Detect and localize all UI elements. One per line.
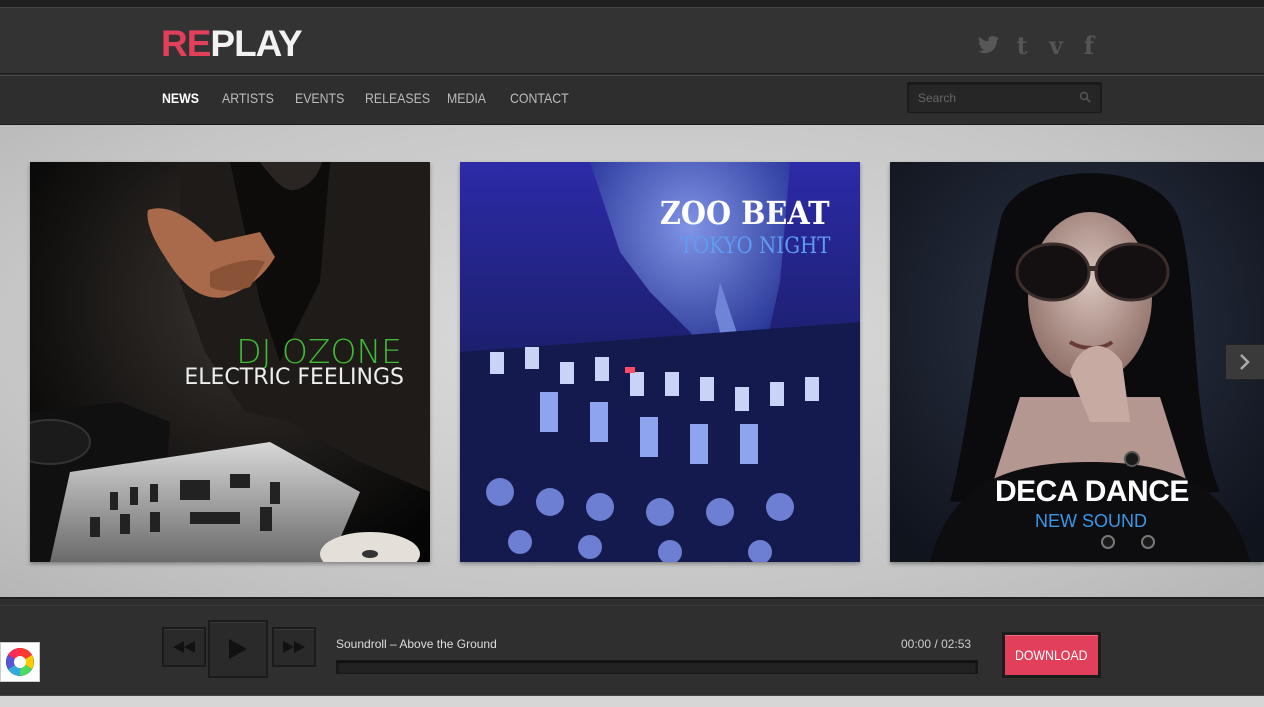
player-bar: Soundroll – Above the Ground 00:00 / 02:… xyxy=(0,605,1264,691)
featured-slider: DJ OZONE ELECTRIC FEELINGS ZOO BEAT TOKY… xyxy=(0,125,1264,597)
color-picker-widget[interactable] xyxy=(0,642,40,682)
nav-item-events[interactable]: EVENTS xyxy=(295,90,344,106)
time-separator: / xyxy=(934,637,938,651)
play-button[interactable] xyxy=(208,620,268,678)
logo-accent: RE xyxy=(161,23,211,64)
tumblr-icon[interactable]: t xyxy=(1013,31,1031,60)
current-time: 00:00 xyxy=(901,637,932,651)
slide-title: DECA DANCE xyxy=(995,475,1189,508)
track-title: Soundroll – Above the Ground xyxy=(336,637,497,651)
download-button[interactable]: DOWNLOAD xyxy=(1002,632,1101,678)
nav-item-releases[interactable]: RELEASES xyxy=(365,90,430,106)
slide-title: ZOO BEAT xyxy=(660,194,830,232)
slide-dj-ozone[interactable]: DJ OZONE ELECTRIC FEELINGS xyxy=(30,162,430,562)
facebook-icon[interactable]: f xyxy=(1081,31,1097,60)
logo-text: PLAY xyxy=(210,23,302,64)
twitter-icon[interactable] xyxy=(978,32,1000,58)
footer-strip xyxy=(0,695,1264,707)
download-label: DOWNLOAD xyxy=(1015,647,1088,663)
audio-player: Soundroll – Above the Ground 00:00 / 02:… xyxy=(0,597,1264,695)
slide-subtitle: TOKYO NIGHT xyxy=(679,234,830,259)
nav-item-contact[interactable]: CONTACT xyxy=(510,90,572,106)
duration: 02:53 xyxy=(941,637,972,651)
top-strip xyxy=(0,0,1264,8)
play-icon xyxy=(229,639,247,659)
slide-zoo-beat[interactable]: ZOO BEAT TOKYO NIGHT xyxy=(460,162,860,562)
slider-next-button[interactable] xyxy=(1225,344,1264,380)
fast-forward-icon xyxy=(283,641,305,653)
nav-item-artists[interactable]: ARTISTS xyxy=(222,90,274,106)
track-time: 00:00 / 02:53 xyxy=(901,637,971,651)
main-nav: NEWS ARTISTS EVENTS RELEASES MEDIA CONTA… xyxy=(0,75,1264,125)
rewind-button[interactable] xyxy=(162,627,206,667)
nav-item-media[interactable]: MEDIA xyxy=(447,90,489,106)
site-logo[interactable]: REPLAY xyxy=(161,23,303,65)
chevron-right-icon xyxy=(1240,354,1250,370)
slide-subtitle: NEW SOUND xyxy=(1035,511,1147,531)
progress-bar[interactable] xyxy=(336,660,978,674)
color-wheel-icon xyxy=(6,648,34,676)
site-header: REPLAY t v f xyxy=(0,8,1264,74)
search-box xyxy=(907,82,1102,113)
slide-subtitle: ELECTRIC FEELINGS xyxy=(184,365,404,390)
rewind-icon xyxy=(173,641,195,653)
search-input[interactable] xyxy=(908,83,1078,112)
search-icon[interactable] xyxy=(1079,91,1091,103)
slide-deca-dance[interactable]: DECA DANCE NEW SOUND xyxy=(890,162,1264,562)
nav-item-news[interactable]: NEWS xyxy=(162,90,202,106)
fast-forward-button[interactable] xyxy=(272,627,316,667)
nav-menu: NEWS ARTISTS EVENTS RELEASES MEDIA CONTA… xyxy=(162,90,595,106)
vimeo-icon[interactable]: v xyxy=(1044,31,1068,60)
